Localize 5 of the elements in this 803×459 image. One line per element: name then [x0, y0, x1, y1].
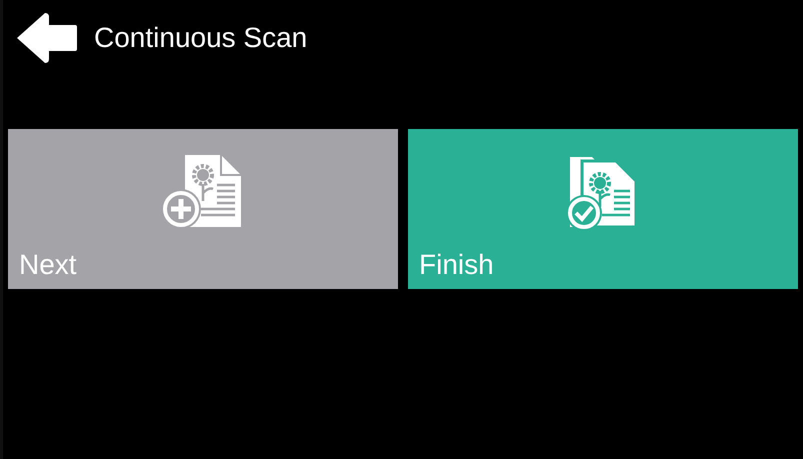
- screen-title: Continuous Scan: [94, 22, 308, 54]
- tile-button[interactable]: Next: [8, 129, 398, 289]
- back-button[interactable]: [17, 12, 77, 62]
- tile-button[interactable]: Finish: [408, 129, 798, 289]
- back-arrow-icon: [17, 12, 77, 62]
